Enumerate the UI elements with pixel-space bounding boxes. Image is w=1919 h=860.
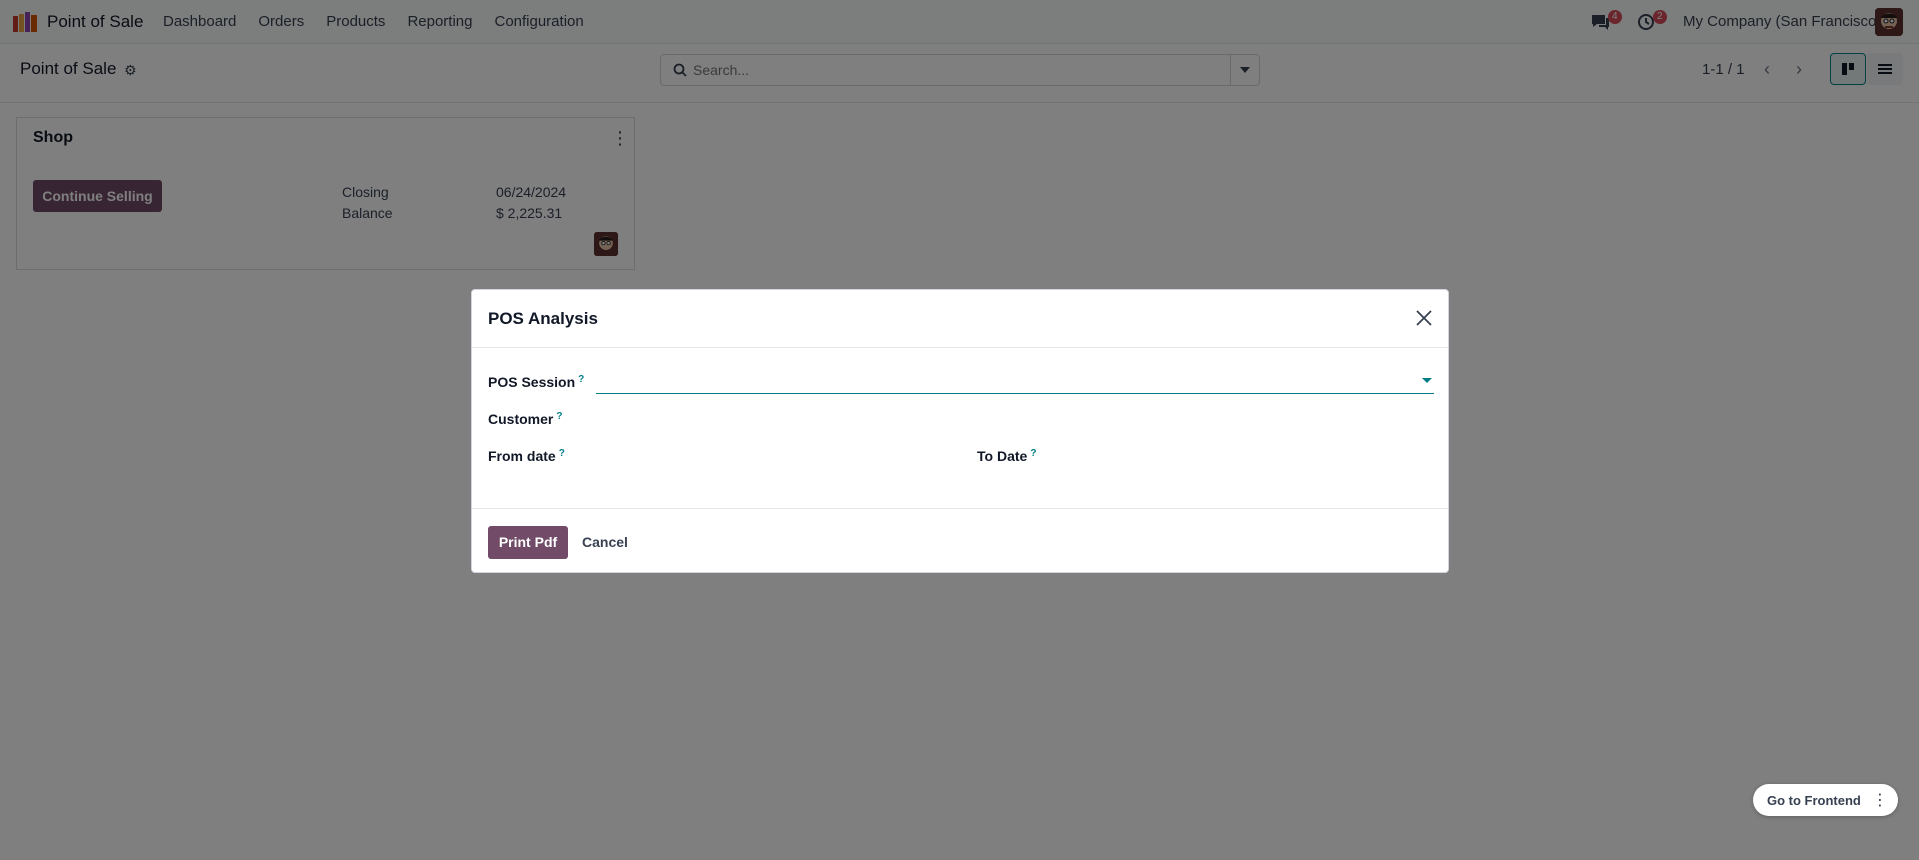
session-dropdown-caret-icon[interactable] [1422,378,1432,383]
dialog-footer: Print Pdf Cancel [472,508,1448,573]
pos-session-help-icon[interactable]: ? [578,374,584,385]
from-date-label-text: From date [488,448,556,464]
from-date-label: From date? [488,448,565,464]
pos-session-label-text: POS Session [488,374,576,390]
dialog-header: POS Analysis [472,290,1448,348]
pos-analysis-dialog: POS Analysis POS Session? Customer? From… [471,289,1449,573]
print-pdf-button[interactable]: Print Pdf [488,526,568,559]
close-icon[interactable] [1414,308,1434,328]
customer-label: Customer? [488,411,562,427]
go-to-frontend-widget[interactable]: Go to Frontend ⋮ [1753,784,1898,816]
dialog-title: POS Analysis [488,309,598,328]
to-date-help-icon[interactable]: ? [1030,448,1036,459]
from-date-help-icon[interactable]: ? [559,448,565,459]
to-date-label-text: To Date [977,448,1028,464]
to-date-label: To Date? [977,448,1036,464]
go-to-frontend-button[interactable]: Go to Frontend [1767,793,1861,808]
pos-session-label: POS Session? [488,374,584,390]
pos-session-select[interactable] [596,370,1434,394]
cancel-button[interactable]: Cancel [582,534,628,550]
customer-help-icon[interactable]: ? [556,411,562,422]
frontend-menu-icon[interactable]: ⋮ [1872,790,1888,810]
customer-label-text: Customer [488,411,554,427]
